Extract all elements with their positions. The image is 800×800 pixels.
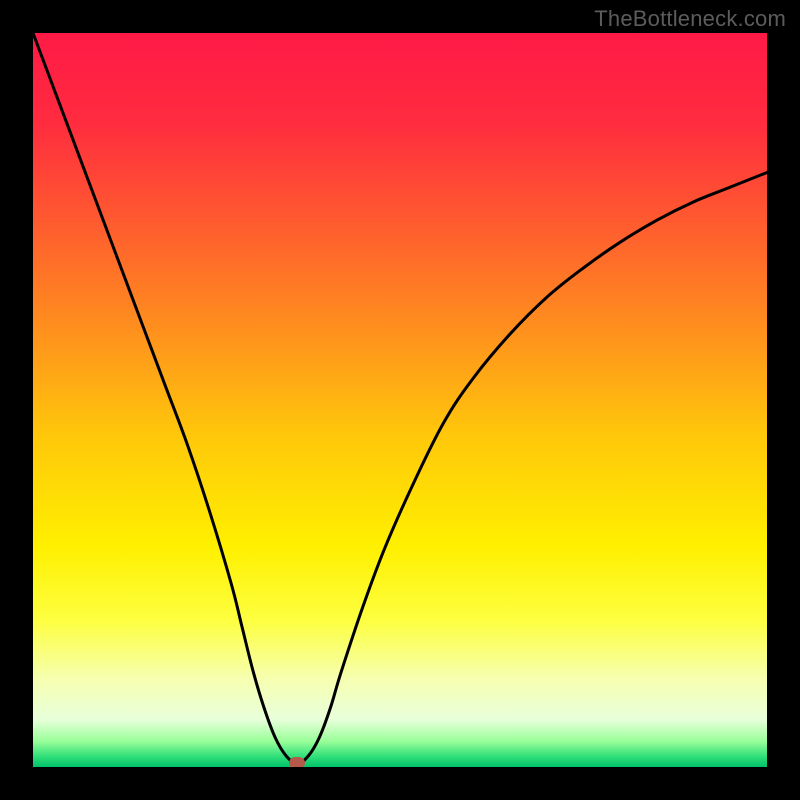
chart-frame: TheBottleneck.com <box>0 0 800 800</box>
watermark-text: TheBottleneck.com <box>594 6 786 32</box>
plot-area <box>33 33 767 767</box>
background-gradient <box>33 33 767 767</box>
optimum-marker <box>289 757 305 767</box>
